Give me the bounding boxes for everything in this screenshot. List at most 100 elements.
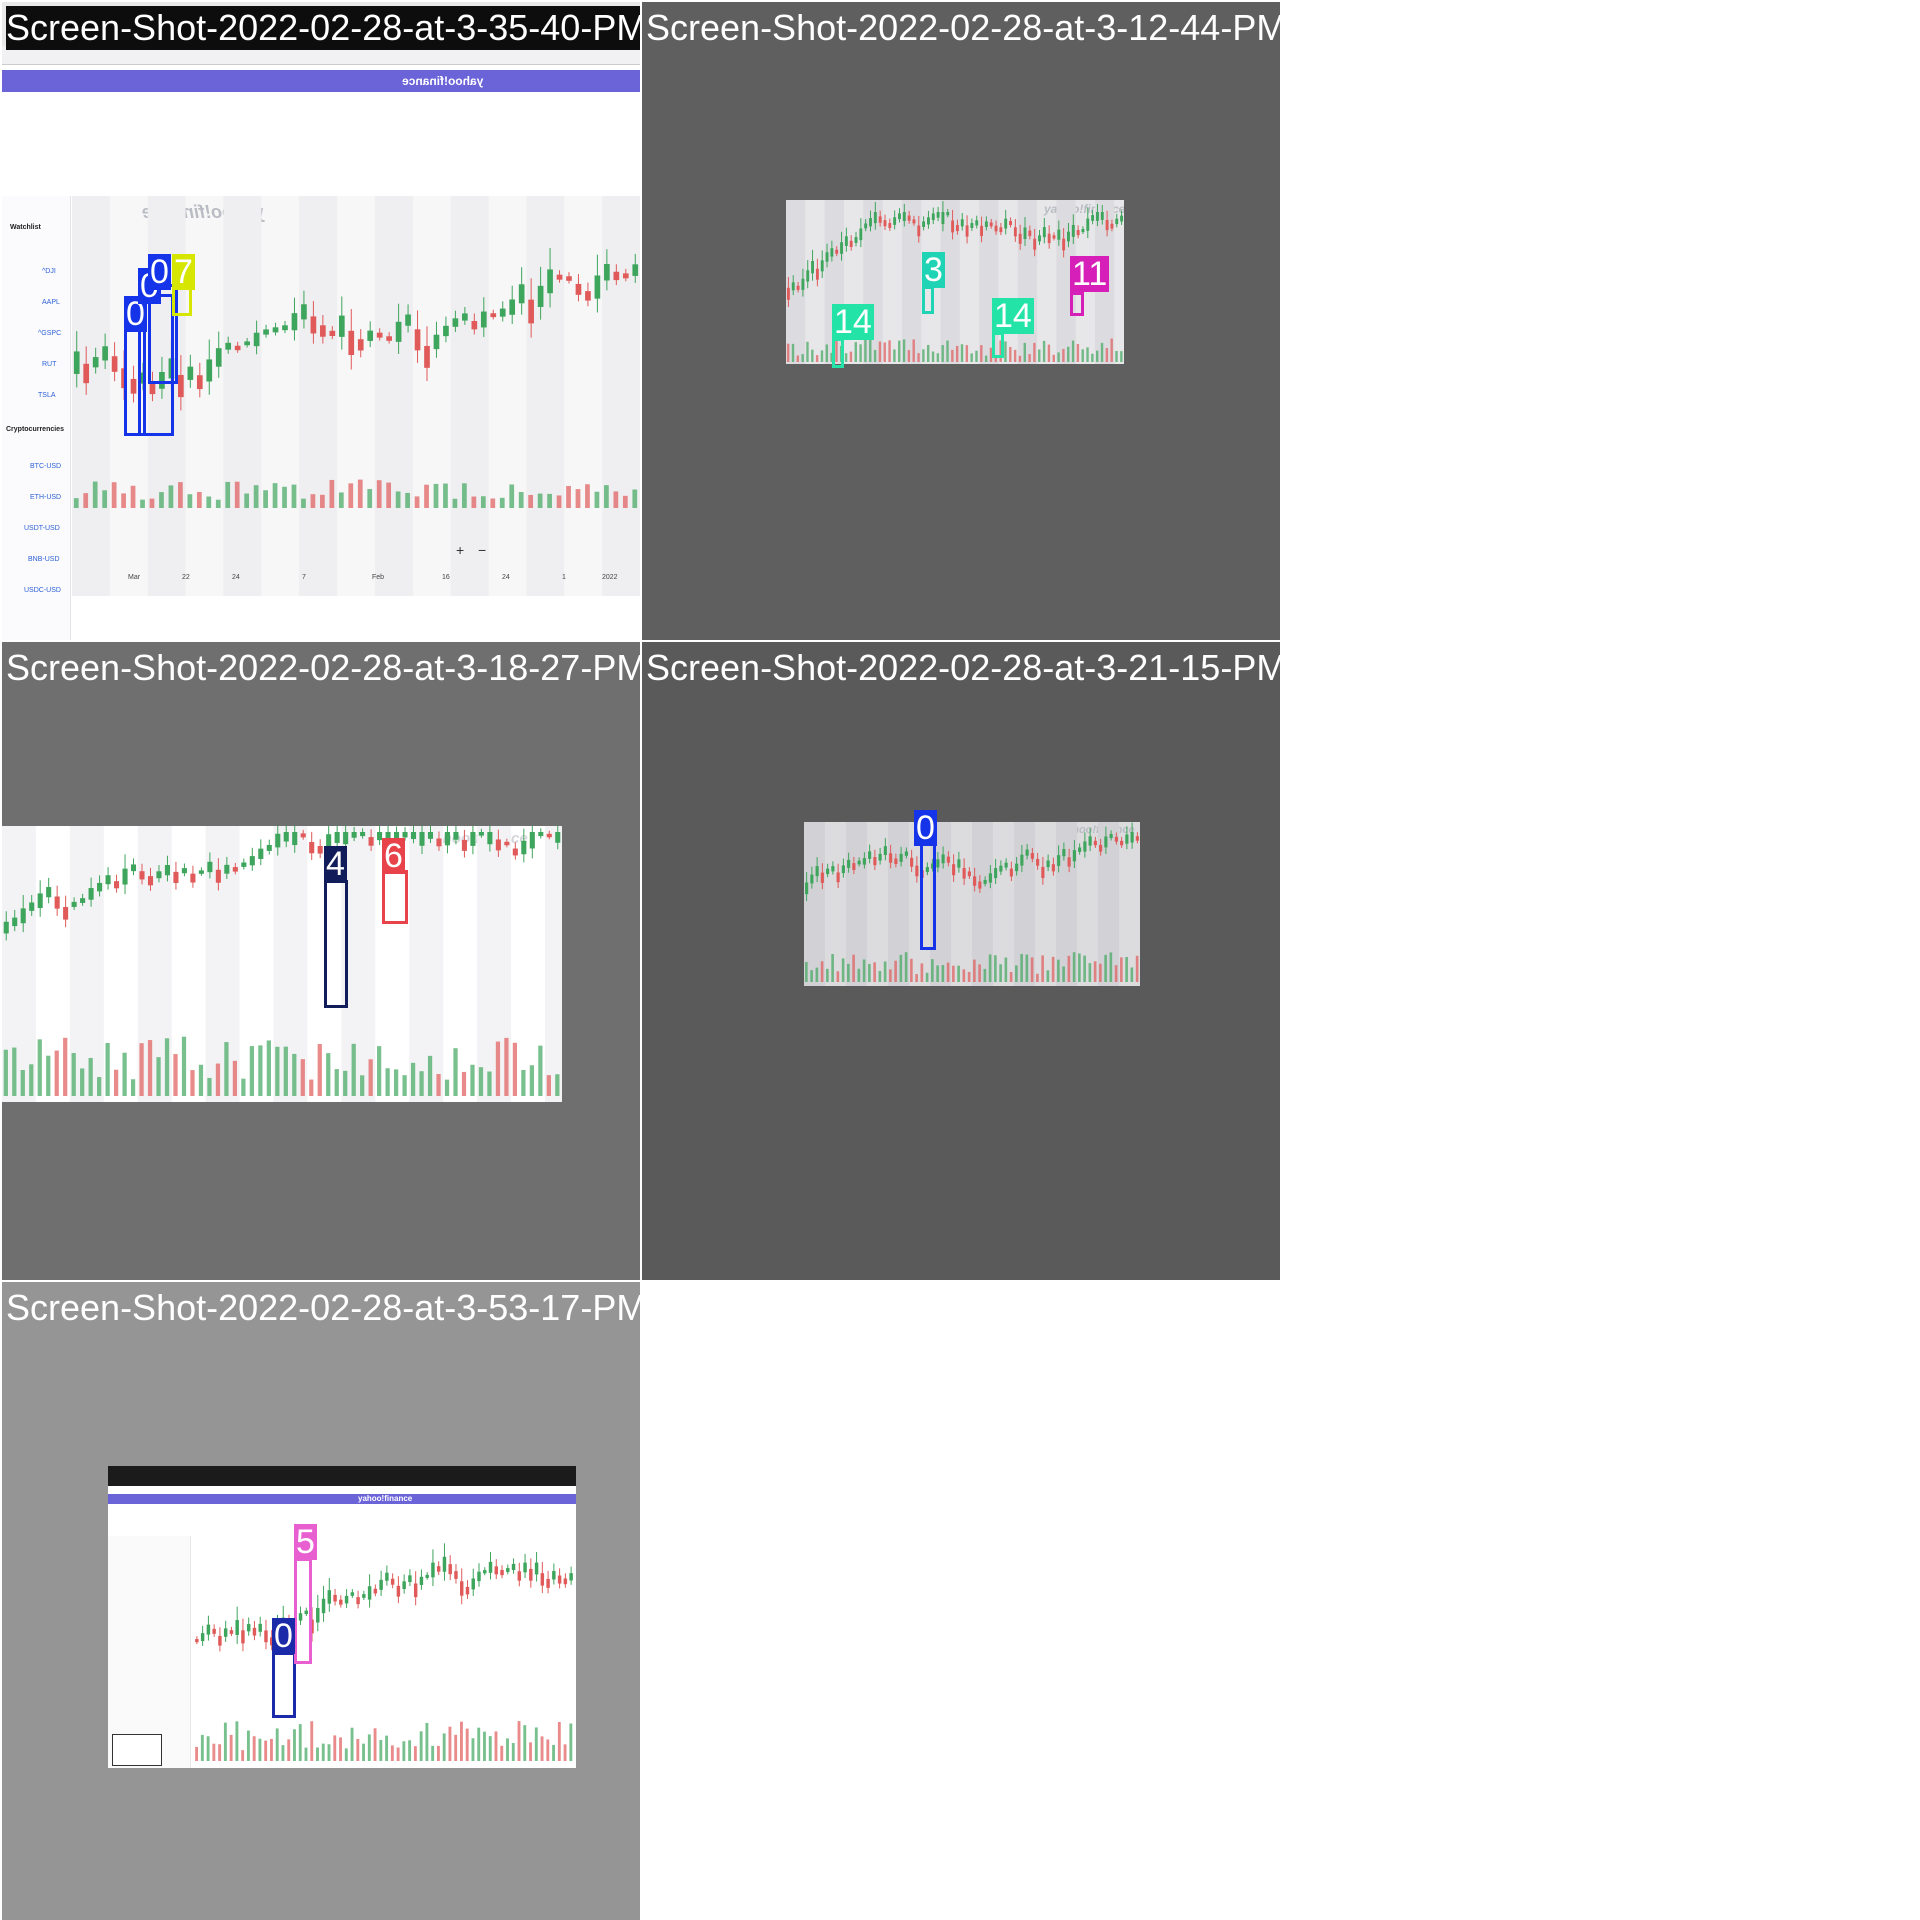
candle-body <box>540 1573 545 1586</box>
sidebar-item[interactable]: ^DJI <box>42 268 56 275</box>
volume-bar <box>362 1743 365 1761</box>
volume-bar <box>506 1738 509 1761</box>
x-tick: 1 <box>562 574 566 581</box>
candle-body <box>442 1556 447 1572</box>
volume-bar <box>936 353 940 362</box>
candle-body <box>873 212 877 224</box>
candle-body <box>904 851 908 856</box>
volume-bar <box>190 1070 195 1096</box>
volume-bar <box>282 486 287 508</box>
volume-bar <box>12 1047 17 1096</box>
volume-bar <box>1067 346 1070 362</box>
sidebar-item[interactable]: AAPL <box>42 299 60 306</box>
volume-bar <box>351 1043 356 1096</box>
grid-band <box>240 1536 264 1766</box>
candle-body <box>1036 858 1040 866</box>
candle-body <box>338 315 345 337</box>
candle-body <box>200 1633 205 1642</box>
volume-bar <box>569 1723 573 1761</box>
volume-bar <box>1110 338 1113 362</box>
sidebar-item[interactable]: USDC-USD <box>24 587 61 594</box>
volume-bar <box>178 482 183 508</box>
volume-bar <box>946 340 949 362</box>
volume-bar <box>575 489 581 508</box>
volume-bar <box>139 1043 144 1096</box>
bbox-5 <box>294 1558 312 1664</box>
volume-bar <box>994 955 997 982</box>
volume-bar <box>1042 340 1046 362</box>
volume-bar <box>873 962 876 982</box>
volume-bar <box>791 343 795 362</box>
zoom-in-button[interactable]: + <box>456 542 464 558</box>
volume-bar <box>873 349 877 362</box>
candle-body <box>852 863 856 870</box>
zoom-out-button[interactable]: − <box>478 542 486 558</box>
volume-bar <box>386 482 392 508</box>
grid-band <box>545 826 562 1102</box>
candle-body <box>994 225 998 232</box>
candle-body <box>357 339 364 351</box>
sidebar-item[interactable]: ^GSPC <box>38 330 61 337</box>
candle-body <box>465 1586 470 1595</box>
volume-bar <box>379 1740 383 1761</box>
candle-body <box>1041 866 1045 879</box>
volume-bar <box>534 1727 538 1761</box>
candle-body <box>811 260 815 274</box>
x-axis: Mar 22 24 7 Feb 16 24 1 2022 <box>72 566 640 586</box>
candle-body <box>1081 229 1085 233</box>
candle-body <box>263 329 269 335</box>
volume-bar <box>37 1039 42 1096</box>
candle-body <box>1071 224 1075 237</box>
volume-bar <box>941 965 945 982</box>
sidebar-item[interactable]: BNB-USD <box>28 556 60 563</box>
candle-body <box>1120 215 1124 222</box>
candle-body <box>984 221 988 228</box>
candle-body <box>413 1583 418 1598</box>
volume-bar <box>965 345 969 362</box>
volume-bar <box>1076 343 1080 362</box>
candle-body <box>339 1599 343 1605</box>
volume-bar <box>444 1079 450 1096</box>
bbox-0 <box>920 842 936 950</box>
x-tick: Feb <box>372 574 385 581</box>
sidebar-item[interactable]: TSLA <box>38 392 56 399</box>
candle-body <box>841 865 845 874</box>
candle-body <box>518 284 525 304</box>
candle-body <box>46 887 52 898</box>
bbox-label: 7 <box>172 253 195 291</box>
volume-bar <box>156 1057 161 1096</box>
volume-bar <box>1020 953 1023 982</box>
volume-bar <box>270 1738 273 1761</box>
volume-bar <box>206 1736 210 1761</box>
candle-body <box>1033 238 1037 250</box>
volume-bar <box>1047 344 1051 362</box>
candle-body <box>448 1564 452 1575</box>
volume-bar <box>320 494 325 508</box>
candle-body <box>902 212 906 222</box>
candle-body <box>212 1628 216 1634</box>
volume-bar <box>275 1046 280 1096</box>
volume-bar <box>805 962 808 982</box>
volume-bar <box>555 1074 560 1096</box>
sidebar-item[interactable]: ETH-USD <box>30 494 61 501</box>
grid-band <box>602 196 640 596</box>
bbox-14 <box>832 338 844 368</box>
sidebar-item[interactable]: RUT <box>42 361 56 368</box>
volume-bar <box>198 1064 204 1096</box>
candle-body <box>317 846 323 854</box>
volume-bar <box>343 1070 348 1096</box>
volume-bar <box>504 1037 509 1096</box>
volume-bar <box>63 1037 68 1096</box>
volume-bar <box>540 1736 544 1761</box>
candle-body <box>815 268 819 280</box>
sidebar-item[interactable]: USDT-USD <box>24 525 60 532</box>
sidebar-item[interactable]: BTC-USD <box>30 463 61 470</box>
volume-bar <box>105 1043 110 1096</box>
candle-body <box>164 864 170 876</box>
volume-bar <box>367 1734 371 1761</box>
volume-bar <box>1009 971 1013 982</box>
candle-body <box>264 1630 268 1643</box>
bbox-label: 3 <box>922 251 945 289</box>
candle-body <box>1093 840 1097 846</box>
volume-bar <box>425 1722 429 1761</box>
